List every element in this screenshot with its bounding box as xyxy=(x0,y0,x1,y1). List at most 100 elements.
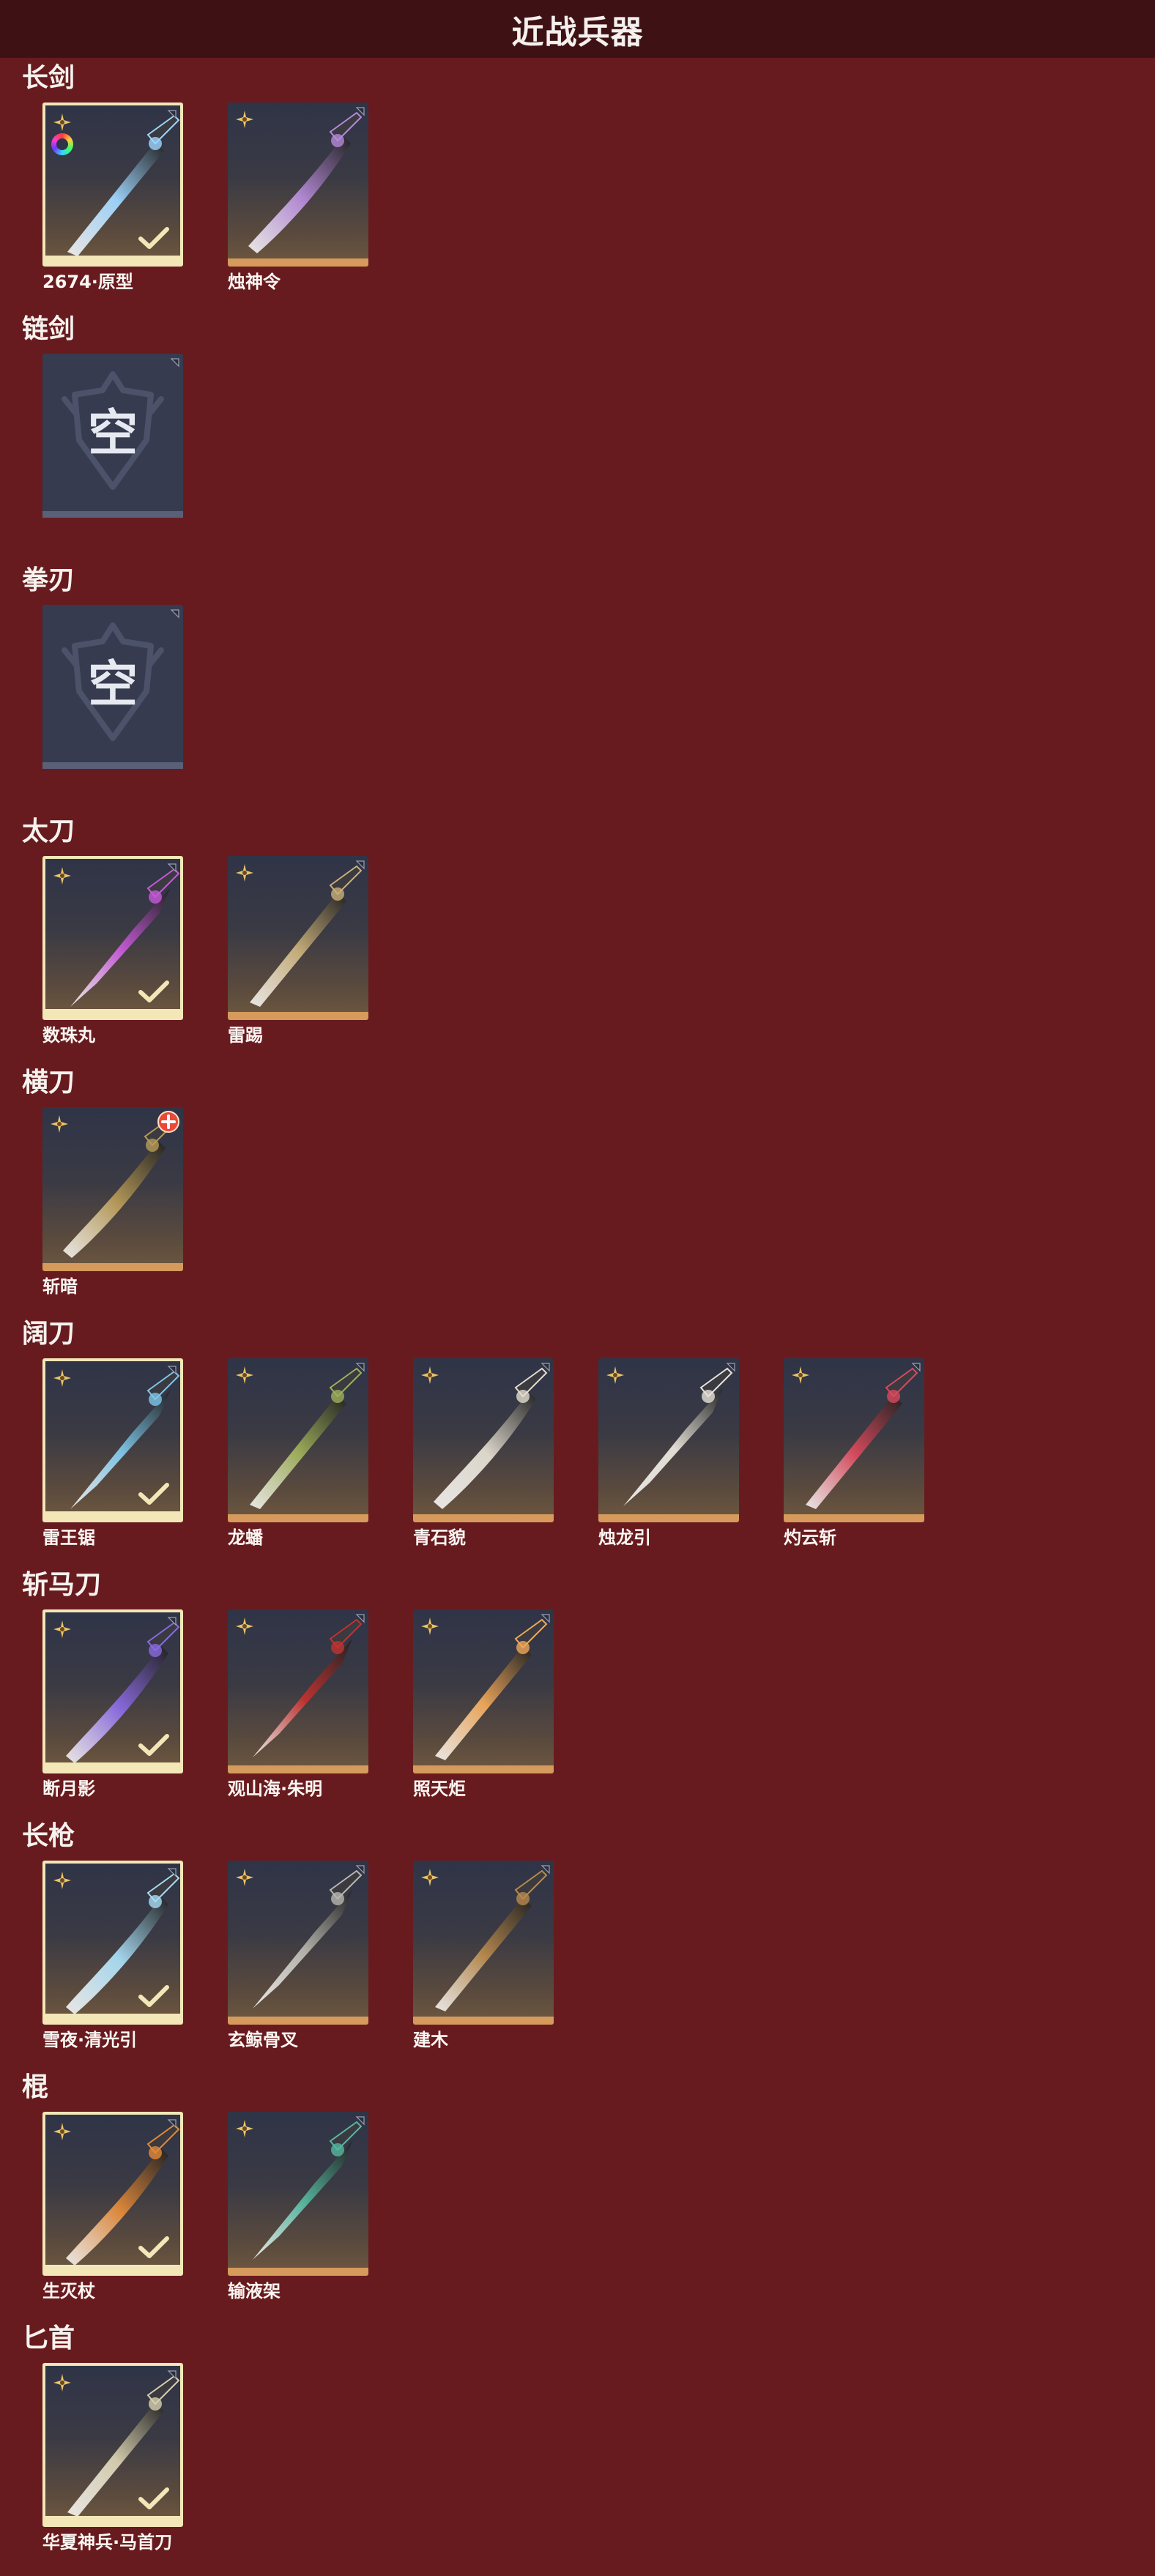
weapon-item[interactable]: 龙蟠 xyxy=(228,1358,368,1549)
star-icon xyxy=(53,1369,72,1388)
star-icon xyxy=(235,1868,254,1887)
star-icon xyxy=(235,1366,254,1385)
weapon-card[interactable] xyxy=(228,1358,368,1522)
category-title: 棍 xyxy=(22,2072,49,2102)
empty-slot-card[interactable]: 空 xyxy=(42,354,183,518)
card-bottom-bar xyxy=(42,511,183,518)
weapon-card[interactable] xyxy=(42,103,183,267)
weapon-name: 雪夜·清光引 xyxy=(42,2030,138,2050)
category-title: 长剑 xyxy=(22,63,75,93)
weapon-card[interactable] xyxy=(228,856,368,1020)
category-items: 斩暗 xyxy=(42,1107,183,1298)
star-icon xyxy=(791,1366,810,1385)
weapon-card[interactable] xyxy=(42,2112,183,2276)
empty-slot[interactable]: 空 xyxy=(42,605,183,769)
weapon-item[interactable]: 烛龙引 xyxy=(598,1358,739,1549)
weapon-item[interactable]: 输液架 xyxy=(228,2112,368,2302)
weapon-item[interactable]: 斩暗 xyxy=(42,1107,183,1298)
weapon-item[interactable]: 雪夜·清光引 xyxy=(42,1861,183,2051)
weapon-card[interactable] xyxy=(228,2112,368,2276)
star-icon xyxy=(235,1617,254,1636)
weapon-item[interactable]: 数珠丸 xyxy=(42,856,183,1046)
weapon-item[interactable]: 生灭杖 xyxy=(42,2112,183,2302)
empty-slot[interactable]: 空 xyxy=(42,354,183,518)
weapon-name: 照天炬 xyxy=(413,1779,466,1799)
category-items: 2674·原型 烛神令 xyxy=(42,103,368,293)
check-icon xyxy=(138,1481,170,1506)
card-bottom-bar xyxy=(228,1765,368,1773)
card-bottom-bar xyxy=(45,1009,180,1017)
weapon-item[interactable]: 雷踢 xyxy=(228,856,368,1046)
category-items: 断月影 观山海·朱明 照天炬 xyxy=(42,1609,554,1800)
category-items: 雷王锯 龙蟠 青石貌 烛龙引 灼云斩 xyxy=(42,1358,924,1549)
weapon-card[interactable] xyxy=(42,1107,183,1271)
weapon-item[interactable]: 烛神令 xyxy=(228,103,368,293)
weapon-item[interactable]: 2674·原型 xyxy=(42,103,183,293)
weapon-name: 斩暗 xyxy=(42,1276,78,1297)
card-bottom-bar xyxy=(45,2516,180,2524)
weapon-card[interactable] xyxy=(413,1609,554,1773)
corner-mark-icon xyxy=(167,1364,177,1375)
weapon-item[interactable]: 华夏神兵·马首刀 xyxy=(42,2363,183,2553)
empty-label: 空 xyxy=(87,656,138,714)
corner-mark-icon xyxy=(170,357,180,368)
weapon-card[interactable] xyxy=(42,1609,183,1773)
weapon-name: 华夏神兵·马首刀 xyxy=(42,2532,173,2553)
weapon-item[interactable]: 灼云斩 xyxy=(784,1358,924,1549)
weapon-card[interactable] xyxy=(42,856,183,1020)
corner-mark-icon xyxy=(541,1864,551,1875)
weapon-item[interactable]: 雷王锯 xyxy=(42,1358,183,1549)
weapon-item[interactable]: 断月影 xyxy=(42,1609,183,1800)
star-icon xyxy=(50,1114,69,1133)
corner-mark-icon xyxy=(541,1612,551,1623)
weapon-name: 观山海·朱明 xyxy=(228,1779,323,1799)
category-title: 太刀 xyxy=(22,816,75,846)
card-bottom-bar xyxy=(413,2017,554,2025)
page-header: 近战兵器 xyxy=(0,0,1155,58)
corner-mark-icon xyxy=(355,859,365,870)
weapon-item[interactable]: 建木 xyxy=(413,1861,554,2051)
weapon-item[interactable]: 观山海·朱明 xyxy=(228,1609,368,1800)
weapon-card[interactable] xyxy=(42,1358,183,1522)
weapon-name: 2674·原型 xyxy=(42,272,133,292)
weapon-card[interactable] xyxy=(228,1609,368,1773)
corner-mark-icon xyxy=(355,105,365,116)
empty-label: 空 xyxy=(87,405,138,463)
corner-mark-icon xyxy=(167,862,177,873)
weapon-item[interactable]: 玄鲸骨叉 xyxy=(228,1861,368,2051)
empty-slot-card[interactable]: 空 xyxy=(42,605,183,769)
weapon-name: 玄鲸骨叉 xyxy=(228,2030,298,2050)
page-title: 近战兵器 xyxy=(511,13,644,51)
corner-mark-icon xyxy=(167,2118,177,2129)
weapon-card[interactable] xyxy=(42,2363,183,2527)
weapon-name: 龙蟠 xyxy=(228,1527,263,1548)
corner-mark-icon xyxy=(167,2369,177,2380)
check-icon xyxy=(138,2486,170,2511)
weapon-item[interactable]: 照天炬 xyxy=(413,1609,554,1800)
star-icon xyxy=(420,1868,439,1887)
card-bottom-bar xyxy=(45,2265,180,2273)
weapon-card[interactable] xyxy=(228,103,368,267)
weapon-card[interactable] xyxy=(228,1861,368,2025)
category-title: 阔刀 xyxy=(22,1319,75,1349)
weapon-card[interactable] xyxy=(598,1358,739,1522)
weapon-card[interactable] xyxy=(42,1861,183,2025)
category-title: 链剑 xyxy=(22,314,75,344)
corner-mark-icon xyxy=(355,2115,365,2126)
weapon-card[interactable] xyxy=(413,1358,554,1522)
corner-mark-icon xyxy=(167,1866,177,1877)
weapon-name: 断月影 xyxy=(42,1779,95,1799)
card-bottom-bar xyxy=(228,258,368,267)
weapon-card[interactable] xyxy=(413,1861,554,2025)
weapon-name: 青石貌 xyxy=(413,1527,466,1548)
weapon-item[interactable]: 青石貌 xyxy=(413,1358,554,1549)
corner-mark-icon xyxy=(170,608,180,619)
card-bottom-bar xyxy=(45,2014,180,2022)
check-icon xyxy=(138,1732,170,1757)
weapon-name: 雷王锯 xyxy=(42,1527,95,1548)
rgb-ring-icon xyxy=(51,133,73,155)
weapon-card[interactable] xyxy=(784,1358,924,1522)
card-bottom-bar xyxy=(228,2268,368,2276)
weapon-name: 建木 xyxy=(413,2030,448,2050)
card-bottom-bar xyxy=(45,256,180,264)
